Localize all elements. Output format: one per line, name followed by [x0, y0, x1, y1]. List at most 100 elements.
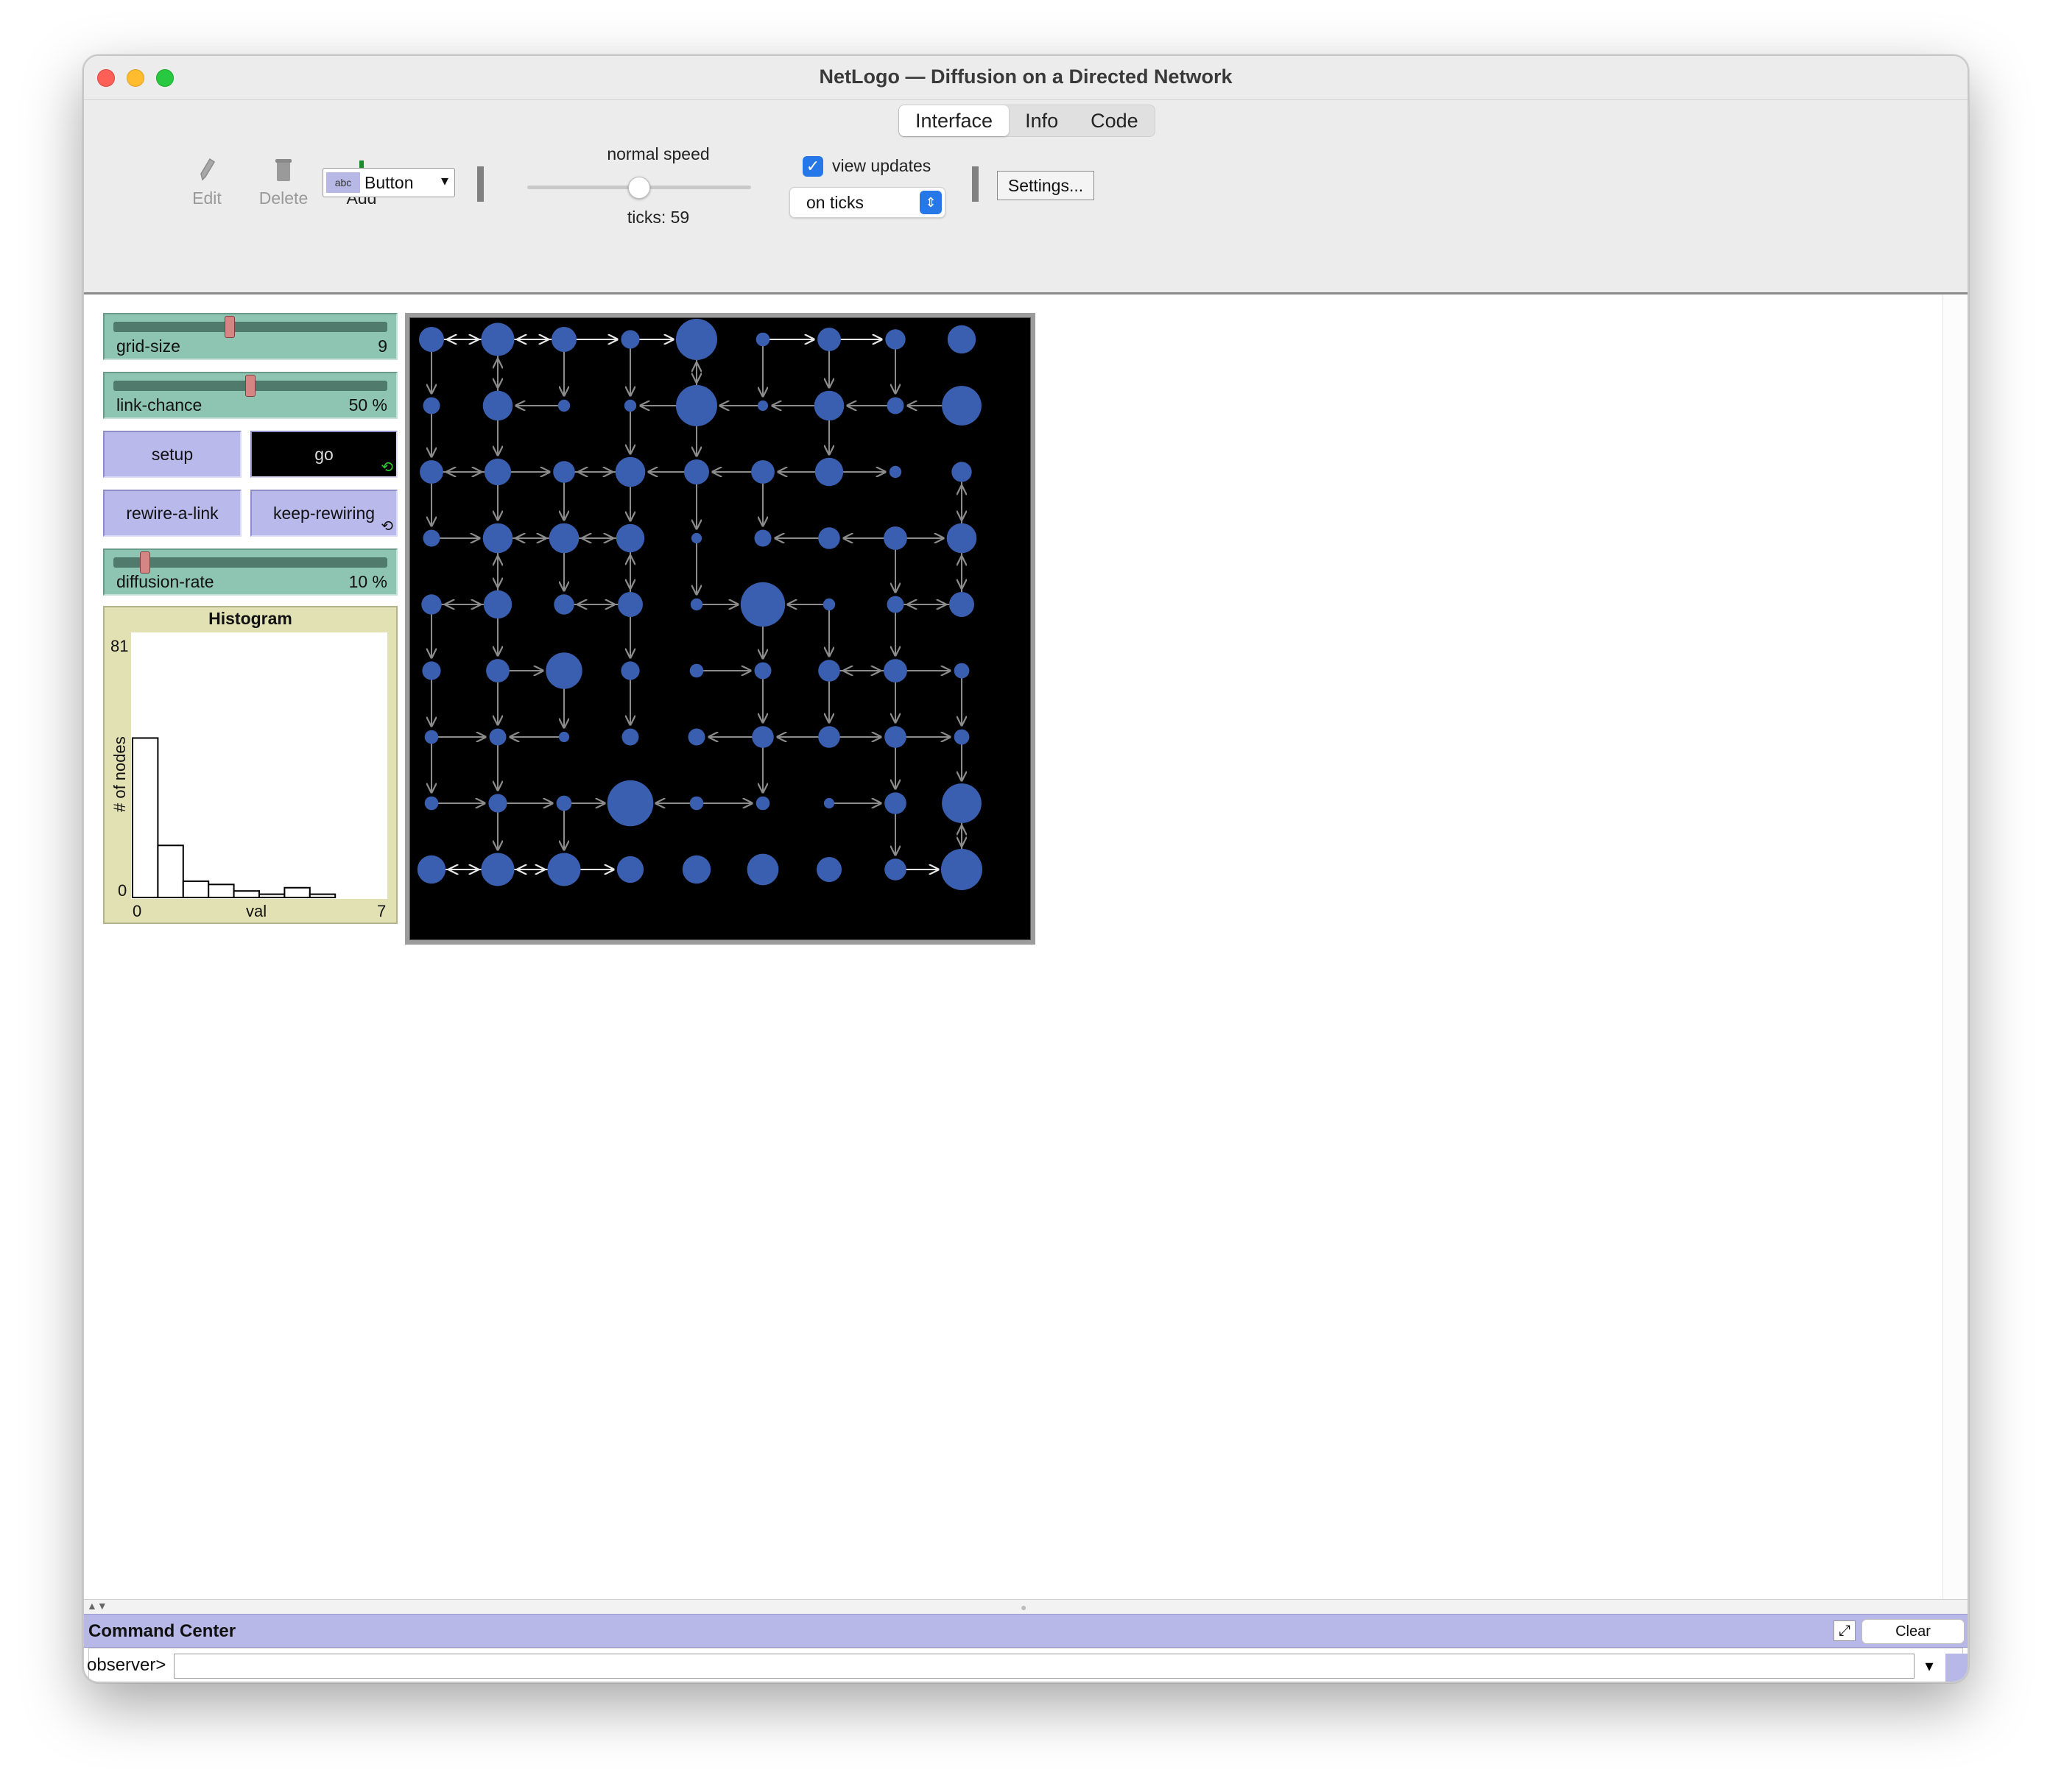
tab-interface[interactable]: Interface: [899, 105, 1010, 136]
network-node: [887, 397, 904, 415]
network-node: [421, 594, 442, 615]
network-node: [754, 662, 772, 680]
network-node: [884, 726, 906, 748]
x-axis-label: val: [246, 902, 267, 920]
update-mode-select[interactable]: on ticks ⇕: [789, 187, 945, 218]
tab-info[interactable]: Info: [1009, 105, 1074, 136]
slider-knob[interactable]: [245, 375, 256, 397]
network-node: [814, 457, 844, 487]
histogram-plot: Histogram 81 0 0 7 val # of nodes: [103, 606, 398, 924]
settings-button[interactable]: Settings...: [997, 171, 1094, 200]
command-center-corner: [1945, 1654, 1968, 1682]
network-node: [818, 726, 840, 748]
setup-button[interactable]: setup: [103, 431, 242, 478]
rewire-a-link-button[interactable]: rewire-a-link: [103, 490, 242, 537]
y-axis-label: # of nodes: [110, 736, 129, 812]
go-button[interactable]: go ⟲: [250, 431, 398, 478]
tab-bar: Interface Info Code: [898, 105, 1155, 137]
network-nodes: [417, 319, 982, 890]
network-node: [954, 663, 970, 679]
network-node: [947, 325, 976, 354]
network-node: [549, 523, 580, 554]
y-min-label: 0: [118, 881, 127, 900]
network-node: [554, 594, 574, 615]
network-canvas: [417, 319, 982, 890]
edit-label: Edit: [192, 188, 222, 208]
network-node: [818, 660, 840, 682]
link-chance-slider[interactable]: link-chance 50 %: [103, 372, 398, 419]
network-node: [621, 661, 640, 680]
y-max-label: 81: [110, 637, 128, 655]
slider-knob[interactable]: [139, 551, 150, 574]
network-node: [424, 796, 439, 811]
forever-icon: ⟲: [381, 459, 393, 476]
network-node: [690, 598, 703, 611]
slider-knob[interactable]: [224, 316, 235, 338]
grid-size-slider[interactable]: grid-size 9: [103, 313, 398, 360]
speed-slider-knob[interactable]: [628, 177, 650, 199]
keep-rewiring-button[interactable]: keep-rewiring ⟲: [250, 490, 398, 537]
network-node: [481, 322, 515, 356]
world-view[interactable]: [405, 313, 1035, 945]
chevron-down-icon: ▾: [440, 173, 448, 189]
slider-track: [113, 322, 387, 332]
network-node: [887, 596, 904, 613]
collapse-arrows-icon[interactable]: ▲▼: [87, 1600, 108, 1612]
network-node: [488, 794, 507, 813]
network-node: [754, 529, 772, 547]
trash-icon: [250, 156, 317, 183]
delete-button[interactable]: Delete: [250, 156, 317, 208]
command-input[interactable]: [174, 1654, 1915, 1679]
history-dropdown-icon[interactable]: ▾: [1916, 1654, 1942, 1679]
network-node: [616, 523, 645, 553]
histogram-bar: [132, 737, 159, 898]
network-node: [689, 796, 704, 811]
network-node: [885, 329, 906, 350]
up-down-chevron-icon: ⇕: [920, 191, 942, 214]
network-node: [552, 327, 577, 352]
popout-icon[interactable]: ⤢: [1834, 1620, 1856, 1641]
clear-button[interactable]: Clear: [1861, 1619, 1965, 1644]
histogram-bar: [157, 844, 184, 898]
network-node: [423, 397, 440, 415]
network-node: [817, 857, 842, 882]
network-node: [484, 458, 512, 486]
network-node: [546, 652, 582, 689]
keep-rewiring-label: keep-rewiring: [272, 504, 376, 523]
splitter-grip-icon[interactable]: ●: [1021, 1601, 1026, 1613]
network-node: [624, 399, 637, 412]
network-node: [482, 390, 513, 421]
histogram-bar: [309, 893, 337, 899]
panel-splitter[interactable]: ▲▼ ●: [84, 1599, 1968, 1614]
button-widget-icon: abc: [326, 172, 360, 193]
network-node: [558, 731, 570, 743]
network-node: [481, 853, 515, 886]
network-node: [482, 523, 513, 554]
network-node: [607, 780, 654, 827]
network-node: [621, 330, 640, 349]
network-node: [823, 797, 835, 809]
interface-panel: grid-size 9 link-chance 50 % setup go ⟲ …: [84, 295, 1968, 1600]
netlogo-window: NetLogo — Diffusion on a Directed Networ…: [82, 54, 1969, 1683]
tick-counter: ticks: 59: [627, 208, 690, 227]
network-node: [941, 849, 982, 890]
network-node: [884, 858, 906, 881]
network-node: [691, 532, 702, 544]
edit-button[interactable]: Edit: [174, 156, 240, 208]
slider-value: 10 %: [348, 572, 387, 591]
network-node: [884, 526, 907, 550]
vertical-scrollbar[interactable]: [1942, 295, 1968, 1600]
toolbar-separator: [972, 166, 979, 202]
window-title: NetLogo — Diffusion on a Directed Networ…: [819, 66, 1233, 88]
network-node: [615, 456, 646, 487]
x-min-label: 0: [133, 902, 141, 920]
network-node: [889, 465, 902, 479]
network-node: [884, 792, 906, 814]
network-node: [755, 332, 770, 347]
command-center-title: Command Center: [88, 1621, 236, 1641]
diffusion-rate-slider[interactable]: diffusion-rate 10 %: [103, 548, 398, 596]
view-updates-checkbox[interactable]: ✓: [803, 156, 823, 177]
network-node: [954, 729, 970, 745]
widget-type-select[interactable]: abc Button ▾: [323, 168, 455, 197]
tab-code[interactable]: Code: [1074, 105, 1155, 136]
